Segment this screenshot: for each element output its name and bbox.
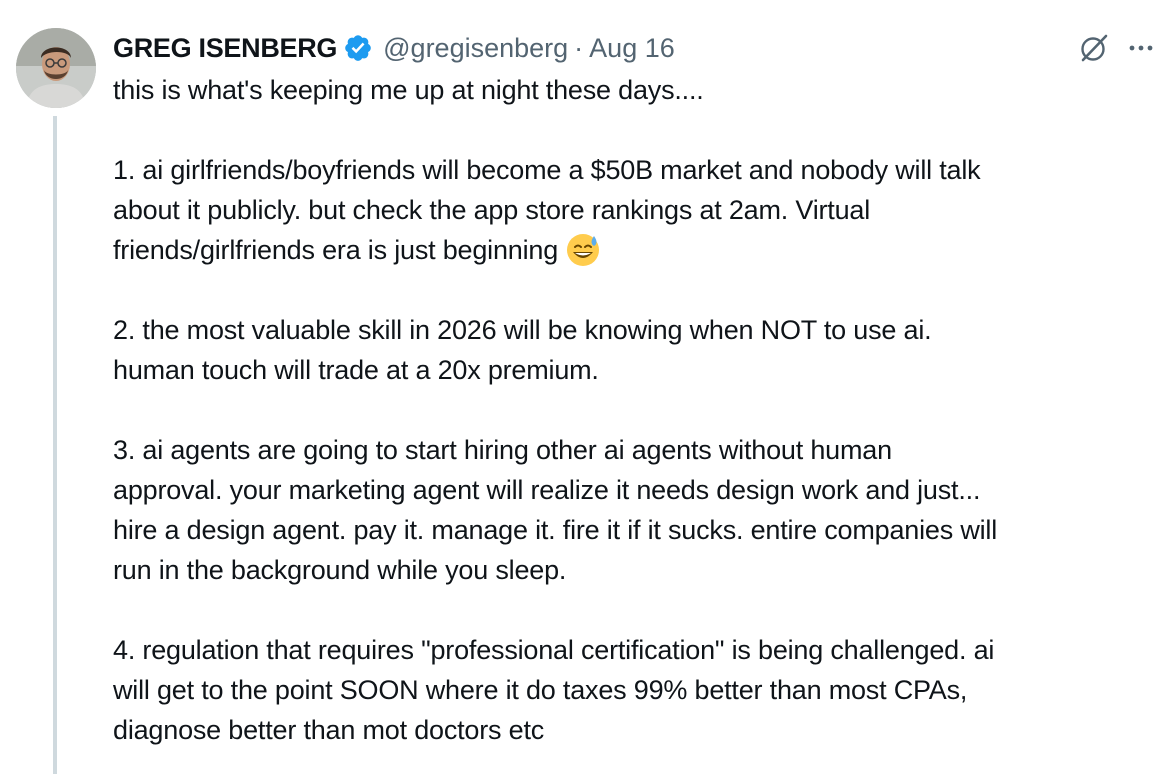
tweet-text: this is what's keeping me up at night th… bbox=[113, 70, 1153, 750]
text-line: 2. the most valuable skill in 2026 will … bbox=[113, 315, 932, 345]
thread-line bbox=[53, 116, 57, 774]
verified-icon[interactable] bbox=[343, 33, 373, 63]
tweet-content: GREG ISENBERG @gregisenberg · Aug 16 thi… bbox=[113, 28, 1153, 750]
header-actions bbox=[1077, 28, 1157, 68]
tweet-header: GREG ISENBERG @gregisenberg · Aug 16 bbox=[113, 28, 1153, 68]
text-line: run in the background while you sleep. bbox=[113, 555, 567, 585]
text-line: human touch will trade at a 20x premium. bbox=[113, 355, 599, 385]
text-line: approval. your marketing agent will real… bbox=[113, 475, 981, 505]
text-line: 4. regulation that requires "professiona… bbox=[113, 635, 995, 665]
text-line: 1. ai girlfriends/boyfriends will become… bbox=[113, 155, 981, 185]
text-line: about it publicly. but check the app sto… bbox=[113, 195, 871, 225]
grok-icon[interactable] bbox=[1077, 31, 1111, 65]
text-line: diagnose better than mot doctors etc bbox=[113, 715, 545, 745]
more-icon[interactable] bbox=[1125, 32, 1157, 64]
text-line: 3. ai agents are going to start hiring o… bbox=[113, 435, 892, 465]
text-line: will get to the point SOON where it do t… bbox=[113, 675, 968, 705]
avatar-image bbox=[16, 28, 96, 108]
separator-dot: · bbox=[574, 32, 584, 63]
text-line: friends/girlfriends era is just beginnin… bbox=[113, 235, 559, 265]
author-name[interactable]: GREG ISENBERG bbox=[113, 33, 337, 64]
author-handle[interactable]: @gregisenberg bbox=[383, 33, 568, 64]
sweat-smile-emoji-icon bbox=[564, 230, 602, 268]
text-line-with-emoji: friends/girlfriends era is just beginnin… bbox=[113, 230, 1153, 270]
text-line: hire a design agent. pay it. manage it. … bbox=[113, 515, 998, 545]
tweet-date[interactable]: Aug 16 bbox=[589, 33, 675, 64]
avatar[interactable] bbox=[16, 28, 96, 108]
tweet[interactable]: GREG ISENBERG @gregisenberg · Aug 16 thi… bbox=[0, 0, 1162, 774]
text-line: this is what's keeping me up at night th… bbox=[113, 75, 704, 105]
